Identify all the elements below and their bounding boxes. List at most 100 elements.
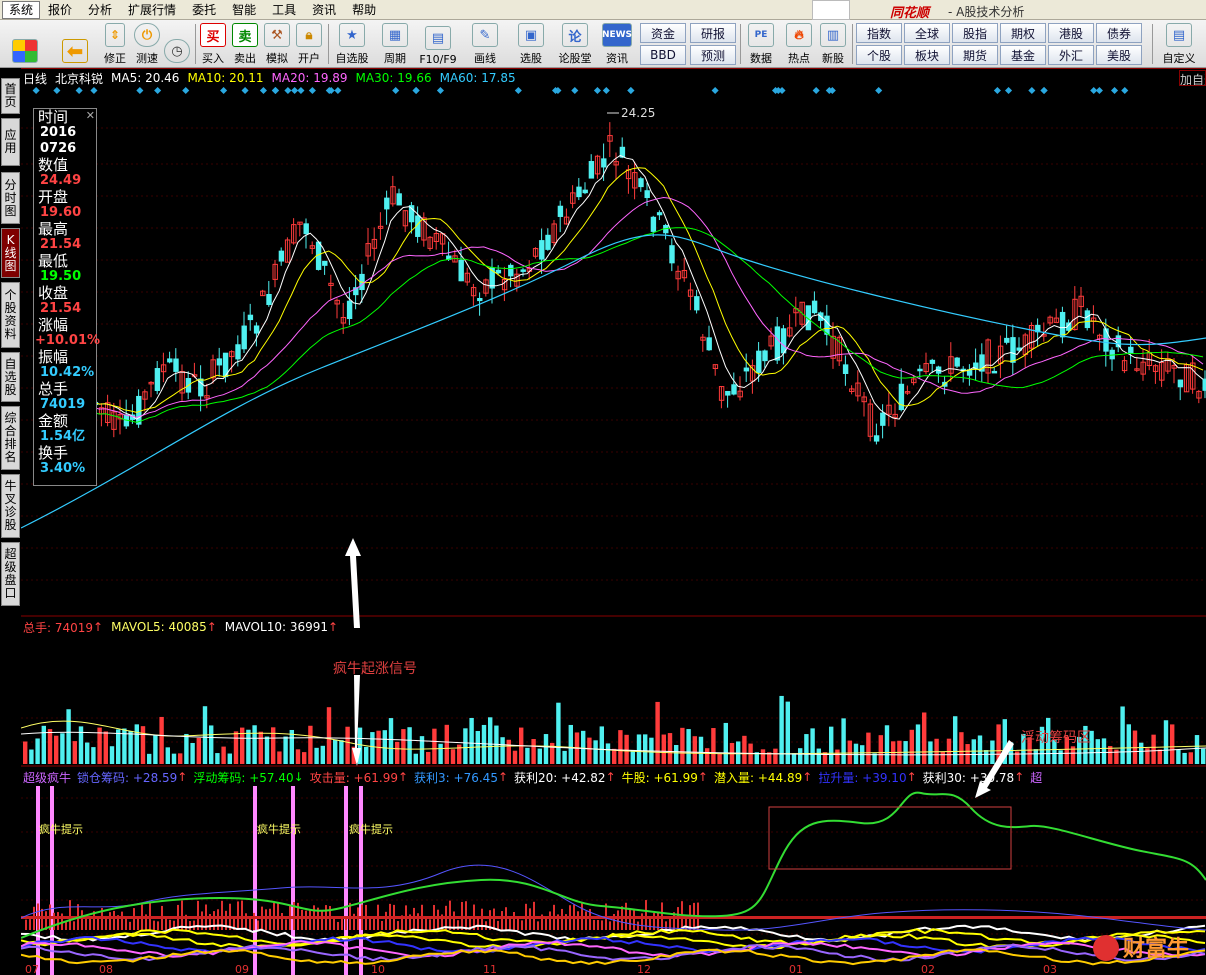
attack-volume-bar bbox=[53, 912, 55, 930]
period-button[interactable]: ▦ 周期 bbox=[378, 22, 412, 66]
sell-icon: 卖 bbox=[232, 23, 258, 47]
volume-bar bbox=[1182, 752, 1187, 764]
menu-quote[interactable]: 报价 bbox=[40, 0, 80, 20]
signal-diamond-icon bbox=[154, 86, 162, 95]
stock-picker-button[interactable]: ▣ 选股 bbox=[514, 22, 548, 66]
market-stocks-button[interactable]: 个股 bbox=[856, 45, 902, 65]
open-account-button[interactable]: 🔒︎ 开户 bbox=[296, 22, 322, 66]
research-button[interactable]: 研报 bbox=[690, 23, 736, 43]
simulate-button[interactable]: ⚒ 模拟 bbox=[264, 22, 290, 66]
draw-line-button[interactable]: ✎ 画线 bbox=[468, 22, 502, 66]
bbd-button[interactable]: BBD bbox=[640, 45, 686, 65]
x-axis-label: 11 bbox=[483, 963, 497, 975]
market-options-button[interactable]: 期权 bbox=[1000, 23, 1046, 43]
fix-button[interactable]: ⇕ 修正 bbox=[102, 22, 128, 66]
forum-button[interactable]: 论论股堂 bbox=[556, 22, 594, 66]
sidebar-tab-ranking[interactable]: 综合排名 bbox=[1, 406, 20, 470]
sidebar-tab-label: 首页 bbox=[4, 82, 17, 109]
attack-volume-bar bbox=[653, 913, 655, 930]
signal-diamond-icon bbox=[53, 86, 61, 95]
sell-button[interactable]: 卖卖出 bbox=[232, 22, 258, 66]
attack-volume-bar bbox=[637, 921, 639, 930]
watchlist-button[interactable]: ★ 自选股 bbox=[332, 22, 372, 66]
attack-volume-bar bbox=[369, 918, 371, 930]
market-futures-index-button[interactable]: 股指 bbox=[952, 23, 998, 43]
layout-button[interactable] bbox=[8, 22, 42, 66]
capital-button[interactable]: 资金 bbox=[640, 23, 686, 43]
up-arrow-icon: ↑ bbox=[497, 770, 509, 784]
mavol5-label: MAVOL5: 40085 bbox=[111, 620, 207, 634]
menu-extended-quotes[interactable]: 扩展行情 bbox=[120, 0, 184, 20]
window-control-area[interactable] bbox=[812, 0, 850, 20]
volume-bar bbox=[984, 750, 989, 764]
signal-diamond-icon bbox=[412, 86, 420, 95]
sidebar-tab-kline[interactable]: K线图 bbox=[1, 228, 20, 278]
sidebar-tab-profile[interactable]: 个股资料 bbox=[1, 282, 20, 348]
kline-chart-area[interactable]: 24.25 疯牛提示 疯牛提示 疯牛提示 07 08 09 10 11 12 01 02 03 财富牛 日… bbox=[21, 68, 1206, 975]
signal-diamond-icon bbox=[136, 86, 144, 95]
hotspot-button[interactable]: 🔥︎ 热点 bbox=[782, 22, 816, 66]
ipo-button[interactable]: ▥ 新股 bbox=[818, 22, 848, 66]
volume-bar bbox=[333, 739, 338, 764]
f10-button[interactable]: ▤ F10/F9 bbox=[418, 22, 458, 66]
market-sectors-button[interactable]: 板块 bbox=[904, 45, 950, 65]
attack-volume-bar bbox=[73, 921, 75, 930]
menu-system[interactable]: 系统 bbox=[2, 0, 41, 19]
volume-bar bbox=[252, 725, 257, 764]
candle-body bbox=[873, 435, 880, 442]
close-icon[interactable]: ✕ bbox=[86, 109, 95, 122]
candle-body bbox=[241, 325, 247, 350]
attack-volume-bar bbox=[41, 908, 43, 930]
menu-trade[interactable]: 委托 bbox=[184, 0, 224, 20]
market-futures-button[interactable]: 期货 bbox=[952, 45, 998, 65]
sidebar-tab-home[interactable]: 首页 bbox=[1, 78, 20, 114]
ind-lift-volume: 拉升量: +39.10 bbox=[818, 770, 907, 785]
data-button[interactable]: PE 数据 bbox=[744, 22, 778, 66]
customize-button[interactable]: ▤ 自定义 bbox=[1158, 22, 1200, 66]
sidebar: 首页 应用 分时图 K线图 个股资料 自选股 综合排名 牛叉诊股 超级盘口 bbox=[0, 68, 21, 975]
news-button[interactable]: NEWS 资讯 bbox=[600, 22, 634, 66]
sidebar-tab-intraday[interactable]: 分时图 bbox=[1, 172, 20, 224]
attack-volume-bar bbox=[513, 911, 515, 930]
market-bonds-button[interactable]: 债券 bbox=[1096, 23, 1142, 43]
up-arrow-icon: ↑ bbox=[177, 770, 188, 784]
customize-icon: ▤ bbox=[1166, 23, 1192, 47]
clock-button[interactable]: ◷ bbox=[164, 22, 190, 66]
x-axis-label: 12 bbox=[637, 963, 651, 975]
menu-help[interactable]: 帮助 bbox=[344, 0, 384, 20]
volume-bar bbox=[54, 735, 59, 764]
market-index-button[interactable]: 指数 bbox=[856, 23, 902, 43]
draw-line-label: 画线 bbox=[474, 52, 496, 65]
buy-button[interactable]: 买买入 bbox=[200, 22, 226, 66]
volume-bar bbox=[804, 734, 809, 764]
volume-bar bbox=[481, 724, 487, 764]
candle-body bbox=[495, 269, 502, 274]
ma5-label: MA5: 20.46 bbox=[111, 71, 180, 85]
candle-body bbox=[136, 395, 142, 425]
chart-canvas[interactable]: 24.25 疯牛提示 疯牛提示 疯牛提示 07 08 09 10 11 12 01 02 03 财富牛 bbox=[21, 68, 1206, 975]
forecast-button[interactable]: 预测 bbox=[690, 45, 736, 65]
market-funds-button[interactable]: 基金 bbox=[1000, 45, 1046, 65]
candle-body bbox=[477, 298, 483, 302]
sidebar-tab-watchlist[interactable]: 自选股 bbox=[1, 352, 20, 402]
speed-test-button[interactable]: ⏻ 测速 bbox=[134, 22, 160, 66]
add-watchlist-tag[interactable]: 加自选 bbox=[1179, 70, 1206, 86]
menu-analysis[interactable]: 分析 bbox=[80, 0, 120, 20]
up-arrow-icon: ↑ bbox=[206, 620, 217, 634]
attack-volume-bar bbox=[257, 920, 259, 930]
market-hk-button[interactable]: 港股 bbox=[1048, 23, 1094, 43]
up-arrow-icon: ↑ bbox=[397, 770, 409, 784]
sidebar-tab-super-quote[interactable]: 超级盘口 bbox=[1, 542, 20, 606]
sidebar-tab-apps[interactable]: 应用 bbox=[1, 118, 20, 166]
menu-news[interactable]: 资讯 bbox=[304, 0, 344, 20]
back-button[interactable]: ⬅ bbox=[58, 22, 92, 66]
volume-bar bbox=[1170, 724, 1175, 764]
market-us-button[interactable]: 美股 bbox=[1096, 45, 1142, 65]
menu-tools[interactable]: 工具 bbox=[264, 0, 304, 20]
volume-bar bbox=[562, 750, 567, 764]
market-forex-button[interactable]: 外汇 bbox=[1048, 45, 1094, 65]
menu-smart[interactable]: 智能 bbox=[224, 0, 264, 20]
market-global-button[interactable]: 全球 bbox=[904, 23, 950, 43]
attack-volume-bar bbox=[501, 911, 503, 930]
sidebar-tab-diagnosis[interactable]: 牛叉诊股 bbox=[1, 474, 20, 538]
